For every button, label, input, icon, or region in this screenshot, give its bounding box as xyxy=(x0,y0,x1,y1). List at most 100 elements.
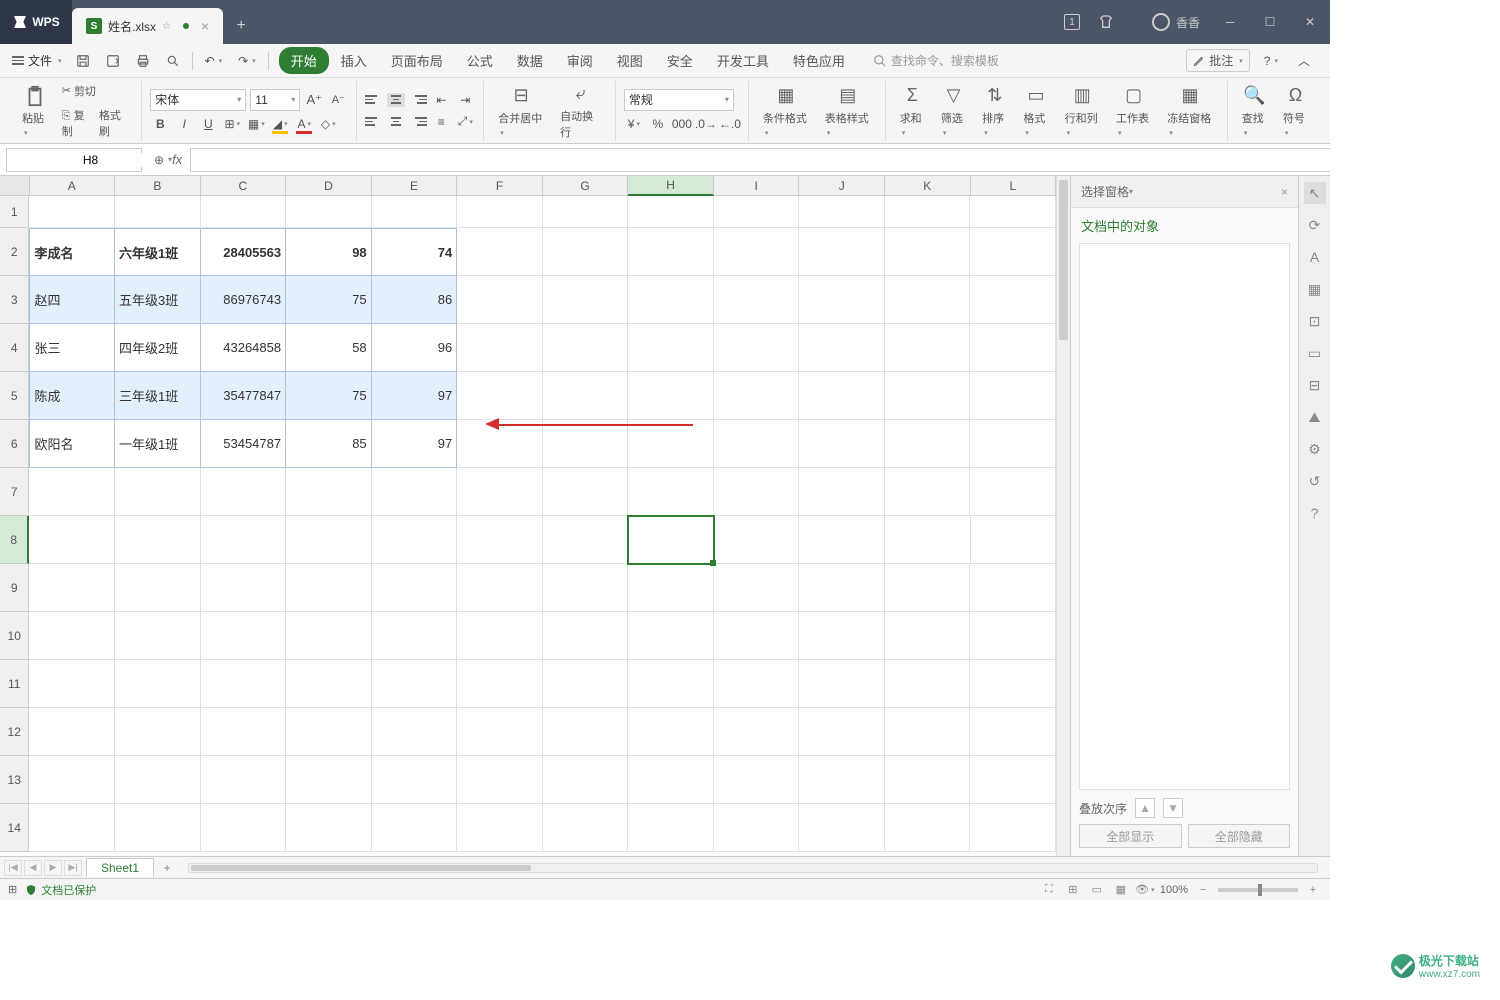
file-menu-button[interactable]: 文件 ▾ xyxy=(8,52,66,69)
ribbon-tab-1[interactable]: 插入 xyxy=(329,47,379,74)
cell-H3[interactable] xyxy=(628,276,714,324)
cell-C4[interactable]: 43264858 xyxy=(201,324,287,372)
cell-L3[interactable] xyxy=(970,276,1056,324)
cell-I4[interactable] xyxy=(714,324,800,372)
eye-icon[interactable]: 👁▾ xyxy=(1136,882,1154,898)
normal-view-icon[interactable]: ⊞ xyxy=(1064,882,1082,898)
cell-J9[interactable] xyxy=(799,564,885,612)
cell-I10[interactable] xyxy=(714,612,800,660)
cell-B10[interactable] xyxy=(115,612,201,660)
cell-A9[interactable] xyxy=(29,564,115,612)
cell-J10[interactable] xyxy=(799,612,885,660)
cell-K11[interactable] xyxy=(885,660,971,708)
cell-H7[interactable] xyxy=(628,468,714,516)
font-size-select[interactable]: 11▾ xyxy=(250,89,300,111)
ribbon-tab-7[interactable]: 安全 xyxy=(655,47,705,74)
filter-button[interactable]: ▽筛选▾ xyxy=(935,82,972,140)
cell-B7[interactable] xyxy=(115,468,201,516)
merge-center-button[interactable]: ⊟ 合并居中▾ xyxy=(492,82,550,140)
new-tab-button[interactable]: + xyxy=(223,8,259,44)
cell-I3[interactable] xyxy=(714,276,800,324)
send-backward-button[interactable]: ▼ xyxy=(1163,798,1183,818)
tab-star-icon[interactable]: ☆ xyxy=(162,21,171,32)
cell-I13[interactable] xyxy=(714,756,800,804)
align-top-button[interactable] xyxy=(365,93,383,107)
cell-K12[interactable] xyxy=(885,708,971,756)
decrease-indent-button[interactable]: ⇤ xyxy=(431,91,451,109)
cell-G12[interactable] xyxy=(543,708,629,756)
border-button[interactable]: ⊞▾ xyxy=(222,115,242,133)
cell-K4[interactable] xyxy=(885,324,971,372)
cell-D7[interactable] xyxy=(286,468,372,516)
percent-button[interactable]: % xyxy=(648,115,668,133)
col-header-J[interactable]: J xyxy=(799,176,885,196)
underline-button[interactable]: U xyxy=(198,115,218,133)
cell-I9[interactable] xyxy=(714,564,800,612)
cell-L8[interactable] xyxy=(971,516,1057,564)
cell-D4[interactable]: 58 xyxy=(286,324,372,372)
cell-K13[interactable] xyxy=(885,756,971,804)
cell-E13[interactable] xyxy=(372,756,458,804)
cell-K10[interactable] xyxy=(885,612,971,660)
window-minimize-button[interactable]: ─ xyxy=(1210,0,1250,44)
bold-button[interactable]: B xyxy=(150,115,170,133)
sync-icon[interactable]: ⟳ xyxy=(1304,214,1326,236)
cell-D3[interactable]: 75 xyxy=(286,276,372,324)
document-tab[interactable]: S 姓名.xlsx ☆ × xyxy=(72,8,223,44)
cell-J1[interactable] xyxy=(799,196,885,228)
cell-G6[interactable] xyxy=(543,420,629,468)
cell-C11[interactable] xyxy=(201,660,287,708)
style-tool-icon[interactable]: A xyxy=(1304,246,1326,268)
zoom-in-button[interactable]: + xyxy=(1304,882,1322,898)
cell-E8[interactable] xyxy=(372,516,458,564)
table-style-button[interactable]: ▤表格样式▾ xyxy=(819,82,877,140)
cell-A10[interactable] xyxy=(29,612,115,660)
cell-F5[interactable] xyxy=(457,372,543,420)
user-avatar-icon[interactable] xyxy=(1152,13,1170,31)
col-header-A[interactable]: A xyxy=(30,176,116,196)
comma-button[interactable]: 000 xyxy=(672,115,692,133)
hide-all-button[interactable]: 全部隐藏 xyxy=(1188,824,1291,848)
cell-A2[interactable]: 李成名 xyxy=(29,228,115,276)
annotate-button[interactable]: 批注 ▾ xyxy=(1186,49,1250,72)
cell-H1[interactable] xyxy=(628,196,714,228)
cell-G5[interactable] xyxy=(543,372,629,420)
cell-H6[interactable] xyxy=(628,420,714,468)
cell-D11[interactable] xyxy=(286,660,372,708)
find-button[interactable]: 🔍查找▾ xyxy=(1236,82,1273,140)
cell-L4[interactable] xyxy=(970,324,1056,372)
cell-K2[interactable] xyxy=(885,228,971,276)
currency-button[interactable]: ¥▾ xyxy=(624,115,644,133)
cell-K6[interactable] xyxy=(885,420,971,468)
cell-F4[interactable] xyxy=(457,324,543,372)
col-header-D[interactable]: D xyxy=(286,176,372,196)
cell-K8[interactable] xyxy=(885,516,971,564)
cell-L12[interactable] xyxy=(970,708,1056,756)
panel-close-icon[interactable]: × xyxy=(1281,185,1288,199)
row-header-14[interactable]: 14 xyxy=(0,804,29,852)
cell-K9[interactable] xyxy=(885,564,971,612)
cell-F7[interactable] xyxy=(457,468,543,516)
increase-font-button[interactable]: A⁺ xyxy=(304,91,324,109)
save-button[interactable] xyxy=(70,50,96,72)
cell-E2[interactable]: 74 xyxy=(372,228,458,276)
page-icon[interactable]: ▭ xyxy=(1304,342,1326,364)
cell-K14[interactable] xyxy=(885,804,971,852)
cell-F2[interactable] xyxy=(457,228,543,276)
cell-G10[interactable] xyxy=(543,612,629,660)
cell-B6[interactable]: 一年级1班 xyxy=(115,420,201,468)
cell-J5[interactable] xyxy=(799,372,885,420)
row-header-12[interactable]: 12 xyxy=(0,708,29,756)
cell-L11[interactable] xyxy=(970,660,1056,708)
collapse-ribbon-button[interactable]: ︿ xyxy=(1292,48,1316,73)
cell-G2[interactable] xyxy=(543,228,629,276)
row-header-1[interactable]: 1 xyxy=(0,196,29,228)
col-header-L[interactable]: L xyxy=(971,176,1056,196)
cell-B13[interactable] xyxy=(115,756,201,804)
copy-button[interactable]: ⎘ 复制 xyxy=(62,107,93,139)
cell-F12[interactable] xyxy=(457,708,543,756)
align-center-button[interactable] xyxy=(387,115,405,129)
cell-E1[interactable] xyxy=(372,196,458,228)
cell-A5[interactable]: 陈成 xyxy=(29,372,115,420)
cell-D6[interactable]: 85 xyxy=(286,420,372,468)
